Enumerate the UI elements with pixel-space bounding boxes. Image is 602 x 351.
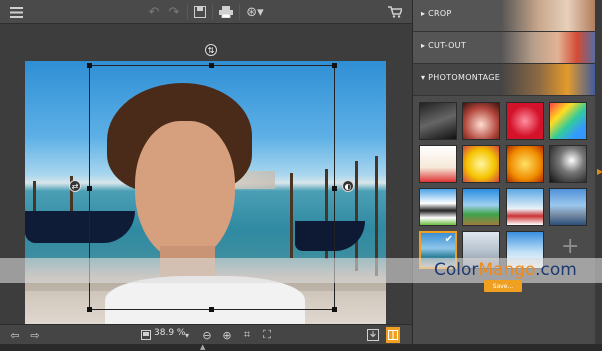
resize-handle[interactable] — [332, 63, 337, 68]
watermark-text: ColorMango.com — [434, 260, 577, 280]
menu-icon[interactable] — [8, 3, 24, 21]
bottom-toolbar: ⇦ ⇨ 38.9 % ▾ ⊖ ⊕ ⌗ ⛶ — [0, 324, 412, 344]
zoom-out-icon[interactable]: ⊖ — [200, 327, 214, 343]
section-crop[interactable]: ▸ CROP — [413, 0, 596, 32]
actual-size-icon[interactable]: ⌗ — [240, 327, 254, 343]
zoom-in-icon[interactable]: ⊕ — [220, 327, 234, 343]
section-crop-label: ▸ CROP — [421, 9, 452, 18]
template-thumbnail[interactable] — [419, 145, 457, 183]
redo-icon[interactable]: ↷ — [166, 3, 182, 21]
save-button[interactable]: Save... — [484, 280, 522, 292]
resize-handle[interactable] — [332, 186, 337, 191]
template-thumbnail[interactable] — [462, 102, 500, 140]
template-thumbnail[interactable] — [549, 188, 587, 226]
previous-arrow-icon[interactable]: ⇦ — [8, 327, 22, 343]
section-cutout-label: ▸ CUT-OUT — [421, 41, 467, 50]
status-strip: ▲ — [0, 344, 602, 351]
checkmark-icon: ✔ — [444, 234, 453, 245]
resize-handle[interactable] — [209, 63, 214, 68]
resize-handle[interactable] — [87, 186, 92, 191]
section-photomontage-label: ▾ PHOTOMONTAGE ↺ — [421, 73, 510, 82]
photomontage-preview-image — [501, 64, 596, 95]
resize-handle[interactable] — [332, 307, 337, 312]
move-handle-icon[interactable]: ⇄ — [69, 180, 81, 192]
chevron-down-icon[interactable]: ▾ — [183, 327, 191, 343]
template-thumbnail[interactable] — [462, 145, 500, 183]
fit-screen-icon[interactable]: ⛶ — [260, 327, 274, 343]
template-thumbnail[interactable] — [419, 188, 457, 226]
undo-icon[interactable]: ↶ — [146, 3, 162, 21]
section-cutout[interactable]: ▸ CUT-OUT — [413, 32, 596, 64]
template-thumbnail[interactable] — [506, 188, 544, 226]
rotate-handle-icon[interactable]: ⇅ — [205, 44, 217, 56]
template-thumbnail[interactable] — [419, 102, 457, 140]
expand-icon[interactable]: ▲ — [200, 344, 210, 351]
resize-handle[interactable] — [87, 63, 92, 68]
app-window: ↶ ↷ ⊛▾ ⇅ ⇄ ◐ ⇦ ⇨ 38.9 % ▾ ⊖ ⊕ ⌗ ⛶ ▲ ▸ CR… — [0, 0, 602, 351]
template-thumbnail[interactable] — [462, 188, 500, 226]
template-thumbnail[interactable] — [549, 145, 587, 183]
resize-handle[interactable] — [87, 307, 92, 312]
print-icon[interactable] — [217, 3, 235, 21]
top-toolbar: ↶ ↷ ⊛▾ — [0, 0, 412, 24]
move-handle-icon[interactable]: ◐ — [342, 180, 354, 192]
image-size-icon — [140, 327, 152, 343]
cart-icon[interactable] — [386, 3, 404, 21]
mooring-pole — [355, 161, 358, 271]
zoom-value[interactable]: 38.9 % — [154, 328, 185, 338]
export-icon[interactable] — [366, 327, 380, 343]
toolbar-separator — [212, 4, 213, 20]
share-icon[interactable]: ⊛▾ — [244, 3, 266, 21]
resize-handle[interactable] — [209, 307, 214, 312]
toolbar-separator — [187, 4, 188, 20]
collapse-panel-icon[interactable]: ▶ — [597, 167, 602, 176]
add-icon[interactable]: + — [561, 234, 579, 259]
compare-view-icon[interactable] — [386, 327, 400, 343]
toolbar-separator — [239, 4, 240, 20]
cutout-preview-image — [501, 32, 596, 63]
template-thumbnail[interactable] — [549, 102, 587, 140]
save-icon[interactable] — [192, 3, 208, 21]
right-panel: ▸ CROP ▸ CUT-OUT ▾ PHOTOMONTAGE ↺ — [412, 0, 596, 344]
next-arrow-icon[interactable]: ⇨ — [28, 327, 42, 343]
template-thumbnail[interactable] — [506, 145, 544, 183]
crop-preview-image — [501, 0, 596, 31]
template-thumbnail[interactable] — [506, 102, 544, 140]
section-photomontage[interactable]: ▾ PHOTOMONTAGE ↺ — [413, 64, 596, 96]
